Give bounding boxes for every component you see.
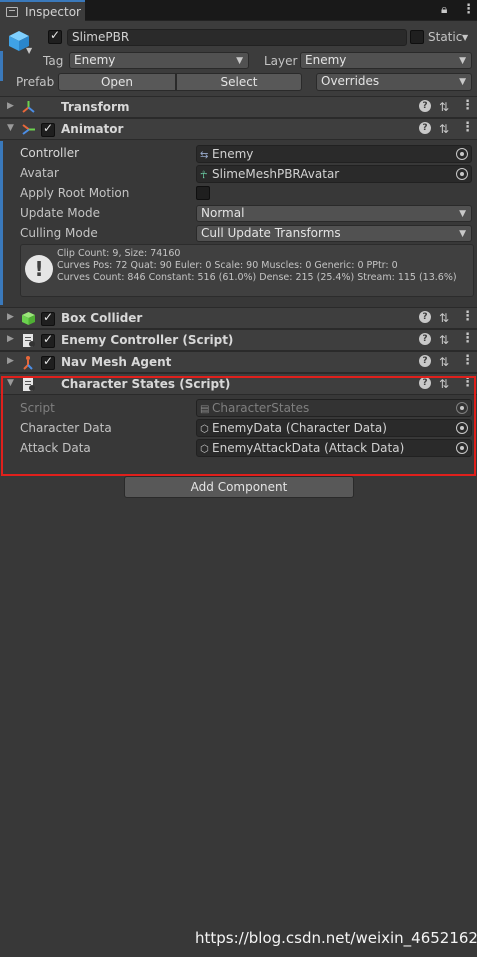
- static-label[interactable]: Static: [428, 30, 462, 44]
- overrides-label: Overrides: [321, 74, 380, 88]
- animator-info-box: ! Clip Count: 9, Size: 74160 Curves Pos:…: [20, 244, 474, 297]
- controller-field[interactable]: ⇆ Enemy: [196, 145, 472, 163]
- layer-label: Layer: [264, 54, 298, 68]
- foldout-expanded-icon[interactable]: ▼: [7, 123, 14, 133]
- inspector-icon: [6, 7, 18, 17]
- controller-label: Controller: [20, 146, 80, 160]
- animator-title: Animator: [61, 122, 124, 136]
- prefab-indicator: [0, 51, 3, 81]
- prefab-overrides-dropdown[interactable]: Overrides ▼: [316, 73, 472, 91]
- watermark-text: https://blog.csdn.net/weixin_46521624: [195, 929, 477, 947]
- prefab-select-button[interactable]: Select: [176, 73, 302, 91]
- info-line-curves-pos: Curves Pos: 72 Quat: 90 Euler: 0 Scale: …: [57, 260, 398, 271]
- enemy-controller-component-header[interactable]: ▶ Enemy Controller (Script) ? ⇅ ⋮: [0, 329, 477, 351]
- help-icon[interactable]: ?: [419, 355, 431, 367]
- presets-icon[interactable]: ⇅: [439, 333, 449, 347]
- nav-mesh-agent-title: Nav Mesh Agent: [61, 355, 172, 369]
- box-collider-title: Box Collider: [61, 311, 143, 325]
- help-icon[interactable]: ?: [419, 333, 431, 345]
- transform-title: Transform: [61, 100, 130, 114]
- presets-icon[interactable]: ⇅: [439, 311, 449, 325]
- culling-mode-label: Culling Mode: [20, 226, 98, 240]
- chevron-down-icon: ▼: [459, 209, 466, 219]
- tab-inspector-label: Inspector: [25, 5, 81, 19]
- foldout-collapsed-icon[interactable]: ▶: [7, 356, 14, 366]
- static-dropdown-arrow-icon[interactable]: ▼: [462, 33, 468, 42]
- chevron-down-icon: ▼: [459, 229, 466, 239]
- icon-dropdown-arrow-icon[interactable]: ▼: [26, 46, 32, 55]
- avatar-label: Avatar: [20, 166, 59, 180]
- foldout-collapsed-icon[interactable]: ▶: [7, 334, 14, 344]
- avatar-icon: ☥: [200, 170, 208, 181]
- component-menu-icon[interactable]: ⋮: [461, 98, 474, 113]
- culling-mode-dropdown[interactable]: Cull Update Transforms ▼: [196, 225, 472, 242]
- info-exclamation-icon: !: [25, 255, 53, 283]
- component-menu-icon[interactable]: ⋮: [461, 353, 474, 368]
- tag-value: Enemy: [74, 53, 116, 67]
- update-mode-dropdown[interactable]: Normal ▼: [196, 205, 472, 222]
- static-toggle[interactable]: [410, 30, 424, 44]
- layer-dropdown[interactable]: Enemy ▼: [300, 52, 472, 69]
- culling-mode-value: Cull Update Transforms: [201, 226, 341, 240]
- highlight-box: [1, 376, 476, 476]
- nav-mesh-agent-component-header[interactable]: ▶ Nav Mesh Agent ? ⇅ ⋮: [0, 351, 477, 373]
- chevron-down-icon: ▼: [459, 56, 466, 66]
- object-picker-icon[interactable]: [456, 168, 468, 180]
- active-toggle[interactable]: [48, 28, 62, 44]
- enemy-controller-title: Enemy Controller (Script): [61, 333, 234, 347]
- animator-controller-icon: ⇆: [200, 150, 209, 161]
- update-mode-label: Update Mode: [20, 206, 100, 220]
- layer-value: Enemy: [305, 53, 347, 67]
- animator-icon: [22, 124, 35, 135]
- enemy-controller-enabled-toggle[interactable]: [41, 332, 55, 348]
- info-line-clips: Clip Count: 9, Size: 74160: [57, 248, 181, 259]
- presets-icon[interactable]: ⇅: [439, 355, 449, 369]
- tab-bar: Inspector 🔒︎ ⋮: [0, 0, 477, 21]
- chevron-down-icon: ▼: [459, 77, 466, 87]
- update-mode-value: Normal: [201, 206, 245, 220]
- transform-component-header[interactable]: ▶ Transform ? ⇅ ⋮: [0, 96, 477, 118]
- transform-icon: [22, 101, 35, 113]
- tag-dropdown[interactable]: Enemy ▼: [69, 52, 249, 69]
- presets-icon[interactable]: ⇅: [439, 100, 449, 114]
- foldout-collapsed-icon[interactable]: ▶: [7, 312, 14, 322]
- avatar-value: SlimeMeshPBRAvatar: [212, 167, 340, 181]
- script-icon: [23, 334, 35, 347]
- tab-inspector[interactable]: Inspector: [0, 0, 85, 21]
- component-menu-icon[interactable]: ⋮: [461, 309, 474, 324]
- root-motion-toggle[interactable]: [196, 186, 210, 200]
- avatar-field[interactable]: ☥ SlimeMeshPBRAvatar: [196, 165, 472, 183]
- prefab-label: Prefab: [16, 75, 55, 89]
- component-menu-icon[interactable]: ⋮: [461, 331, 474, 346]
- prefab-open-button[interactable]: Open: [58, 73, 176, 91]
- help-icon[interactable]: ?: [419, 100, 431, 112]
- chevron-down-icon: ▼: [236, 56, 243, 66]
- foldout-collapsed-icon[interactable]: ▶: [7, 101, 14, 111]
- animator-enabled-toggle[interactable]: [41, 121, 55, 137]
- object-name-input[interactable]: SlimePBR: [67, 29, 407, 46]
- controller-value: Enemy: [212, 147, 254, 161]
- add-component-button[interactable]: Add Component: [124, 476, 354, 498]
- info-line-curves-count: Curves Count: 846 Constant: 516 (61.0%) …: [57, 272, 457, 283]
- nav-mesh-agent-icon: [23, 356, 33, 370]
- tag-label: Tag: [43, 54, 64, 68]
- help-icon[interactable]: ?: [419, 122, 431, 134]
- box-collider-icon: [22, 312, 35, 325]
- lock-icon[interactable]: 🔒︎: [441, 2, 447, 17]
- override-indicator: [0, 141, 3, 305]
- nav-mesh-agent-enabled-toggle[interactable]: [41, 354, 55, 370]
- animator-component-header[interactable]: ▼ Animator ? ⇅ ⋮: [0, 118, 477, 140]
- presets-icon[interactable]: ⇅: [439, 122, 449, 136]
- box-collider-component-header[interactable]: ▶ Box Collider ? ⇅ ⋮: [0, 307, 477, 329]
- component-menu-icon[interactable]: ⋮: [461, 120, 474, 135]
- object-picker-icon[interactable]: [456, 148, 468, 160]
- tab-menu-icon[interactable]: ⋮: [462, 2, 475, 17]
- box-collider-enabled-toggle[interactable]: [41, 310, 55, 326]
- help-icon[interactable]: ?: [419, 311, 431, 323]
- root-motion-label: Apply Root Motion: [20, 186, 130, 200]
